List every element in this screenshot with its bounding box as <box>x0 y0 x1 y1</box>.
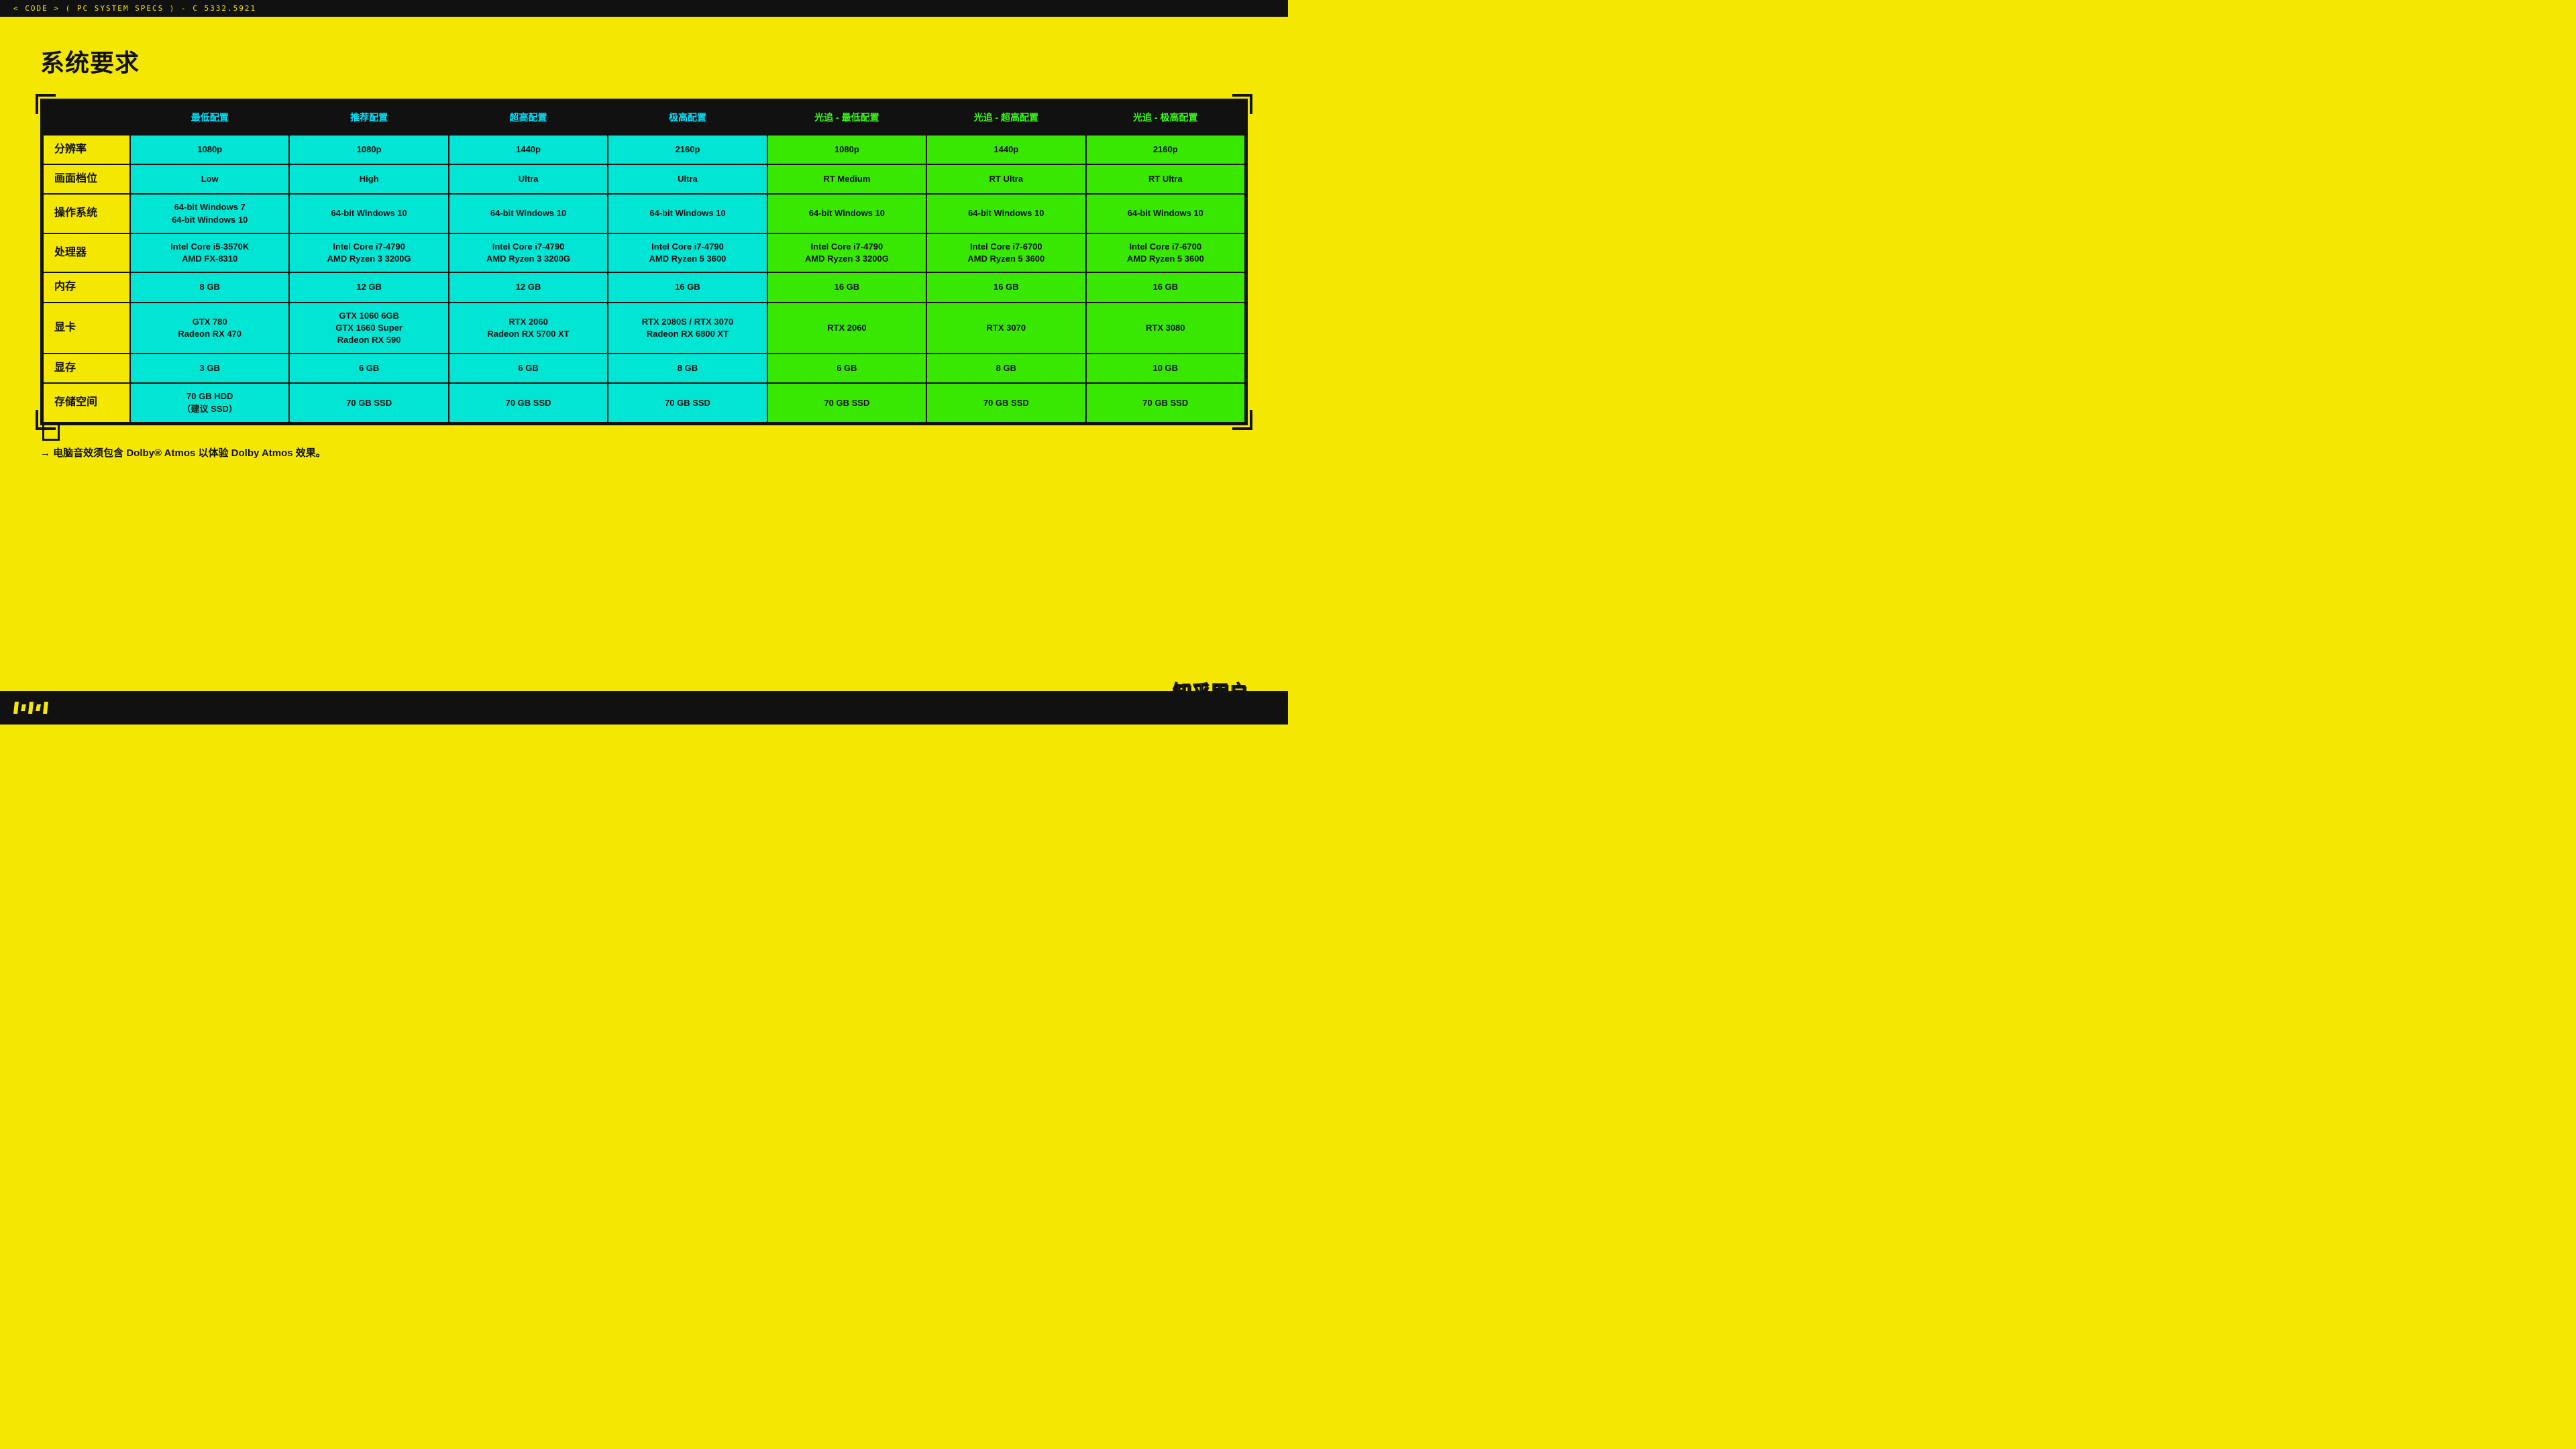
header-col-0 <box>43 101 130 135</box>
cell-3-5: Intel Core i7-6700AMD Ryzen 5 3600 <box>926 233 1085 272</box>
header-col-5: 光追 - 最低配置 <box>767 101 926 135</box>
cell-0-6: 2160p <box>1086 135 1245 164</box>
row-label-7: 存储空间 <box>43 383 130 422</box>
cell-5-0: GTX 780Radeon RX 470 <box>130 303 289 354</box>
main-content: 系统要求 最低配置推荐配置超高配置极高配置光追 - 最低配置光追 - 超高配置光… <box>0 17 1288 480</box>
row-label-6: 显存 <box>43 354 130 383</box>
specs-table: 最低配置推荐配置超高配置极高配置光追 - 最低配置光追 - 超高配置光追 - 极… <box>42 101 1246 423</box>
cell-5-5: RTX 3070 <box>926 303 1085 354</box>
cell-7-6: 70 GB SSD <box>1086 383 1245 422</box>
cell-6-0: 3 GB <box>130 354 289 383</box>
cell-3-2: Intel Core i7-4790AMD Ryzen 3 3200G <box>449 233 608 272</box>
page-title: 系统要求 <box>40 44 1248 78</box>
row-label-3: 处理器 <box>43 233 130 272</box>
cell-2-1: 64-bit Windows 10 <box>289 194 448 233</box>
header-col-6: 光追 - 超高配置 <box>926 101 1085 135</box>
cell-7-1: 70 GB SSD <box>289 383 448 422</box>
corner-bl <box>36 410 56 430</box>
header-col-1: 最低配置 <box>130 101 289 135</box>
table-row-7: 存储空间70 GB HDD（建议 SSD）70 GB SSD70 GB SSD7… <box>43 383 1245 422</box>
cell-0-4: 1080p <box>767 135 926 164</box>
cell-1-5: RT Ultra <box>926 164 1085 194</box>
cell-5-3: RTX 2080S / RTX 3070Radeon RX 6800 XT <box>608 303 767 354</box>
cell-4-5: 16 GB <box>926 272 1085 302</box>
cell-0-0: 1080p <box>130 135 289 164</box>
cell-5-1: GTX 1060 6GBGTX 1660 SuperRadeon RX 590 <box>289 303 448 354</box>
cell-6-1: 6 GB <box>289 354 448 383</box>
deco-2 <box>21 704 26 711</box>
cell-4-1: 12 GB <box>289 272 448 302</box>
cell-7-4: 70 GB SSD <box>767 383 926 422</box>
cell-7-0: 70 GB HDD（建议 SSD） <box>130 383 289 422</box>
corner-br <box>1232 410 1252 430</box>
table-row-1: 画面档位LowHighUltraUltraRT MediumRT UltraRT… <box>43 164 1245 194</box>
cell-6-2: 6 GB <box>449 354 608 383</box>
cell-2-2: 64-bit Windows 10 <box>449 194 608 233</box>
cell-0-3: 2160p <box>608 135 767 164</box>
cell-4-6: 16 GB <box>1086 272 1245 302</box>
specs-table-wrapper: 最低配置推荐配置超高配置极高配置光追 - 最低配置光追 - 超高配置光追 - 极… <box>40 99 1248 425</box>
cell-1-4: RT Medium <box>767 164 926 194</box>
cell-5-4: RTX 2060 <box>767 303 926 354</box>
table-row-6: 显存3 GB6 GB6 GB8 GB6 GB8 GB10 GB <box>43 354 1245 383</box>
cell-3-4: Intel Core i7-4790AMD Ryzen 3 3200G <box>767 233 926 272</box>
header-col-3: 超高配置 <box>449 101 608 135</box>
top-bar: < CODE > ( PC SYSTEM SPECS ) - C 5332.59… <box>0 0 1288 17</box>
table-row-4: 内存8 GB12 GB12 GB16 GB16 GB16 GB16 GB <box>43 272 1245 302</box>
cell-6-5: 8 GB <box>926 354 1085 383</box>
cell-0-1: 1080p <box>289 135 448 164</box>
cell-4-4: 16 GB <box>767 272 926 302</box>
cell-6-4: 6 GB <box>767 354 926 383</box>
table-row-5: 显卡GTX 780Radeon RX 470GTX 1060 6GBGTX 16… <box>43 303 1245 354</box>
header-col-4: 极高配置 <box>608 101 767 135</box>
cell-5-6: RTX 3080 <box>1086 303 1245 354</box>
cell-1-3: Ultra <box>608 164 767 194</box>
cell-3-0: Intel Core i5-3570KAMD FX-8310 <box>130 233 289 272</box>
cell-3-3: Intel Core i7-4790AMD Ryzen 5 3600 <box>608 233 767 272</box>
cell-1-6: RT Ultra <box>1086 164 1245 194</box>
row-label-4: 内存 <box>43 272 130 302</box>
cell-2-0: 64-bit Windows 764-bit Windows 10 <box>130 194 289 233</box>
deco-4 <box>36 704 41 711</box>
table-row-3: 处理器Intel Core i5-3570KAMD FX-8310Intel C… <box>43 233 1245 272</box>
cell-6-3: 8 GB <box>608 354 767 383</box>
corner-tr <box>1232 94 1252 114</box>
header-col-2: 推荐配置 <box>289 101 448 135</box>
cell-2-4: 64-bit Windows 10 <box>767 194 926 233</box>
bottom-bar <box>0 691 1288 724</box>
cell-1-0: Low <box>130 164 289 194</box>
cell-0-2: 1440p <box>449 135 608 164</box>
row-label-0: 分辨率 <box>43 135 130 164</box>
cell-4-2: 12 GB <box>449 272 608 302</box>
cell-4-3: 16 GB <box>608 272 767 302</box>
cell-2-3: 64-bit Windows 10 <box>608 194 767 233</box>
cell-1-1: High <box>289 164 448 194</box>
top-bar-text: < CODE > ( PC SYSTEM SPECS ) - C 5332.59… <box>13 4 256 13</box>
cell-2-6: 64-bit Windows 10 <box>1086 194 1245 233</box>
footer-note-text: → 电脑音效须包含 Dolby® Atmos 以体验 Dolby Atmos 效… <box>40 447 326 459</box>
cell-0-5: 1440p <box>926 135 1085 164</box>
row-label-2: 操作系统 <box>43 194 130 233</box>
deco-1 <box>13 702 19 714</box>
cell-6-6: 10 GB <box>1086 354 1245 383</box>
cell-5-2: RTX 2060Radeon RX 5700 XT <box>449 303 608 354</box>
cell-7-2: 70 GB SSD <box>449 383 608 422</box>
cell-3-1: Intel Core i7-4790AMD Ryzen 3 3200G <box>289 233 448 272</box>
table-row-2: 操作系统64-bit Windows 764-bit Windows 1064-… <box>43 194 1245 233</box>
row-label-5: 显卡 <box>43 303 130 354</box>
table-row-0: 分辨率1080p1080p1440p2160p1080p1440p2160p <box>43 135 1245 164</box>
cell-2-5: 64-bit Windows 10 <box>926 194 1085 233</box>
footer-note: → 电脑音效须包含 Dolby® Atmos 以体验 Dolby Atmos 效… <box>40 445 1248 460</box>
header-col-7: 光追 - 极高配置 <box>1086 101 1245 135</box>
cell-7-3: 70 GB SSD <box>608 383 767 422</box>
cell-3-6: Intel Core i7-6700AMD Ryzen 5 3600 <box>1086 233 1245 272</box>
cell-7-5: 70 GB SSD <box>926 383 1085 422</box>
corner-tl <box>36 94 56 114</box>
cell-4-0: 8 GB <box>130 272 289 302</box>
deco-5 <box>43 702 48 714</box>
cell-1-2: Ultra <box>449 164 608 194</box>
row-label-1: 画面档位 <box>43 164 130 194</box>
deco-3 <box>28 702 34 714</box>
bottom-bar-deco-left <box>13 702 48 714</box>
